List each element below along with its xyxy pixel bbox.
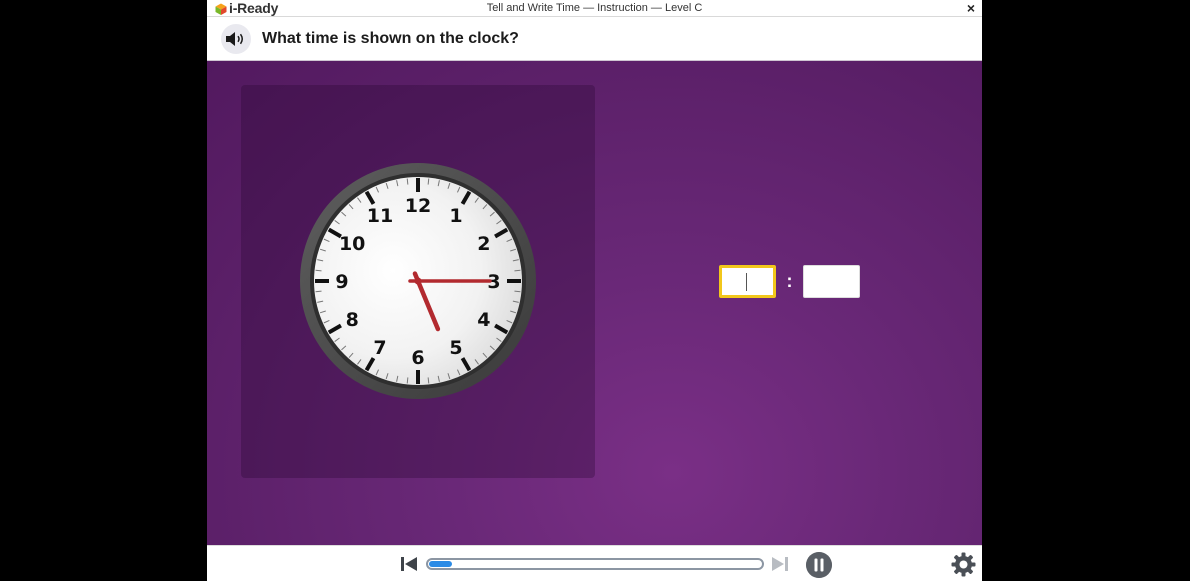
question-text: What time is shown on the clock? bbox=[262, 30, 519, 47]
window-title: Tell and Write Time — Instruction — Leve… bbox=[486, 2, 703, 14]
clock-number: 1 bbox=[449, 205, 462, 227]
text-caret bbox=[746, 272, 747, 291]
clock-number: 5 bbox=[449, 337, 462, 359]
clock-panel: 12 1 2 3 4 5 6 7 8 9 10 11 bbox=[241, 85, 595, 478]
minute-tick bbox=[514, 269, 521, 272]
lesson-window: i-Ready Tell and Write Time — Instructio… bbox=[207, 0, 982, 581]
speaker-button[interactable] bbox=[221, 24, 251, 54]
pause-icon bbox=[814, 558, 818, 572]
time-separator: : bbox=[786, 270, 793, 291]
time-answer: : bbox=[719, 264, 860, 298]
hour-field bbox=[719, 264, 776, 298]
minute-tick bbox=[315, 290, 322, 293]
clock-number: 6 bbox=[411, 347, 424, 369]
title-bar: i-Ready Tell and Write Time — Instructio… bbox=[207, 0, 982, 17]
close-button[interactable]: × bbox=[964, 0, 978, 17]
clock-number: 9 bbox=[335, 271, 348, 293]
gear-icon[interactable] bbox=[951, 552, 976, 577]
lesson-stage: 12 1 2 3 4 5 6 7 8 9 10 11 : bbox=[207, 61, 982, 545]
clock-number: 8 bbox=[346, 309, 359, 331]
clock-number: 12 bbox=[405, 195, 431, 217]
minute-input[interactable] bbox=[803, 264, 860, 298]
clock-number: 2 bbox=[477, 233, 490, 255]
progress-fill bbox=[429, 561, 452, 567]
minute-tick bbox=[427, 377, 430, 384]
question-bar: What time is shown on the clock? bbox=[207, 17, 982, 61]
analog-clock: 12 1234567891011 bbox=[300, 163, 536, 399]
speaker-icon bbox=[226, 32, 243, 46]
player-controls bbox=[207, 545, 982, 581]
minute-tick bbox=[406, 377, 409, 384]
progress-bar[interactable] bbox=[426, 558, 764, 570]
minute-tick bbox=[315, 269, 322, 272]
clock-number: 4 bbox=[477, 309, 490, 331]
minute-tick bbox=[514, 290, 521, 293]
skip-back-icon[interactable] bbox=[400, 556, 418, 572]
clock-number: 10 bbox=[339, 233, 365, 255]
hour-input[interactable] bbox=[719, 264, 776, 298]
clock-number: 7 bbox=[373, 337, 386, 359]
pause-button[interactable] bbox=[806, 552, 832, 578]
skip-forward-icon[interactable] bbox=[771, 556, 789, 572]
minute-tick bbox=[427, 178, 430, 185]
clock-number: 11 bbox=[367, 205, 393, 227]
minute-tick bbox=[406, 178, 409, 185]
center-pin bbox=[414, 277, 422, 285]
